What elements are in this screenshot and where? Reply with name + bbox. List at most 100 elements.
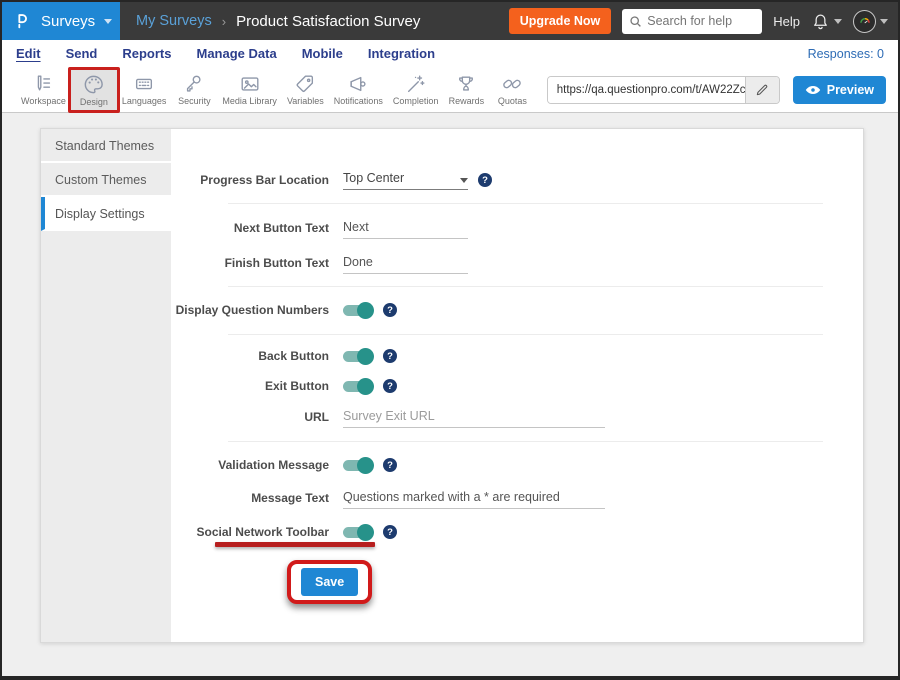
tab-edit[interactable]: Edit (16, 46, 41, 61)
tab-reports[interactable]: Reports (122, 46, 171, 61)
divider (228, 203, 823, 204)
toolbar-item-completion[interactable]: Completion (388, 68, 444, 112)
message-text-row: Message Text (171, 487, 863, 509)
notifications-megaphone-icon (347, 73, 369, 95)
breadcrumb-separator-icon: › (222, 14, 226, 29)
help-question-icon[interactable] (383, 303, 397, 317)
finish-button-text-row: Finish Button Text (171, 252, 863, 274)
exit-button-row: Exit Button (171, 375, 863, 397)
display-settings-card: Standard Themes Custom Themes Display Se… (40, 128, 864, 643)
upgrade-now-button[interactable]: Upgrade Now (509, 8, 612, 34)
caret-down-icon (834, 19, 842, 24)
survey-title: Product Satisfaction Survey (236, 13, 420, 30)
survey-url-value[interactable]: https://qa.questionpro.com/t/AW22Zcq2J (548, 77, 745, 103)
exit-button-toggle[interactable] (343, 381, 373, 392)
rewards-trophy-icon (455, 73, 477, 95)
toolbar-item-design[interactable]: Design (71, 68, 117, 112)
gauge-avatar-icon (858, 14, 872, 28)
validation-message-row: Validation Message (171, 454, 863, 476)
top-bar: Surveys My Surveys › Product Satisfactio… (2, 2, 898, 40)
toolbar-item-languages[interactable]: Languages (117, 68, 172, 112)
tab-manage-data[interactable]: Manage Data (196, 46, 276, 61)
progress-bar-location-row: Progress Bar Location Top Center (171, 169, 863, 191)
validation-message-toggle[interactable] (343, 460, 373, 471)
media-library-image-icon (239, 73, 261, 95)
notifications-bell-button[interactable] (811, 12, 842, 31)
divider (228, 441, 823, 442)
annotation-save-highlight-box: Save (287, 560, 372, 604)
toolbar-item-notifications[interactable]: Notifications (329, 68, 388, 112)
divider (228, 286, 823, 287)
eye-icon (805, 85, 821, 95)
help-link[interactable]: Help (773, 14, 800, 29)
search-input[interactable] (622, 9, 762, 34)
social-network-toolbar-toggle[interactable] (343, 527, 373, 538)
top-bar-actions: Upgrade Now Help (509, 8, 898, 34)
completion-wand-icon (405, 73, 427, 95)
edit-pencil-icon (755, 83, 769, 97)
workspace-icon (32, 73, 54, 95)
divider (228, 334, 823, 335)
toolbar-item-quotas[interactable]: Quotas (489, 68, 535, 112)
toolbar-item-rewards[interactable]: Rewards (443, 68, 489, 112)
message-text-input[interactable] (343, 488, 605, 509)
toolbar-item-security[interactable]: Security (171, 68, 217, 112)
search-icon (629, 15, 642, 28)
help-search (622, 9, 762, 34)
display-question-numbers-row: Display Question Numbers (171, 299, 863, 321)
preview-button[interactable]: Preview (793, 76, 886, 104)
toolbar-item-workspace[interactable]: Workspace (16, 68, 71, 112)
tab-send[interactable]: Send (66, 46, 98, 61)
toolbar-item-variables[interactable]: Variables (282, 68, 329, 112)
survey-url-group: https://qa.questionpro.com/t/AW22Zcq2J P… (547, 76, 886, 104)
breadcrumb: My Surveys › Product Satisfaction Survey (136, 13, 420, 30)
tab-integration[interactable]: Integration (368, 46, 435, 61)
tab-mobile[interactable]: Mobile (302, 46, 343, 61)
questionpro-logo (13, 10, 32, 32)
next-button-text-row: Next Button Text (171, 217, 863, 239)
annotation-social-toolbar-underline (215, 542, 375, 547)
display-question-numbers-toggle[interactable] (343, 305, 373, 316)
help-question-icon[interactable] (478, 173, 492, 187)
caret-down-icon (104, 19, 112, 24)
finish-button-text-input[interactable] (343, 253, 468, 274)
breadcrumb-my-surveys[interactable]: My Surveys (136, 13, 212, 29)
survey-url-box: https://qa.questionpro.com/t/AW22Zcq2J (547, 76, 780, 104)
sidebar-item-custom-themes[interactable]: Custom Themes (41, 163, 171, 197)
design-palette-icon (82, 73, 105, 96)
help-question-icon[interactable] (383, 349, 397, 363)
back-button-row: Back Button (171, 345, 863, 367)
themes-sidebar: Standard Themes Custom Themes Display Se… (41, 129, 171, 642)
display-settings-form: Progress Bar Location Top Center Next Bu… (171, 129, 863, 642)
edit-url-button[interactable] (745, 77, 779, 103)
help-question-icon[interactable] (383, 458, 397, 472)
social-network-toolbar-row: Social Network Toolbar (171, 521, 863, 543)
sidebar-item-standard-themes[interactable]: Standard Themes (41, 129, 171, 163)
product-menu-label: Surveys (41, 13, 95, 30)
exit-url-row: URL (171, 406, 863, 428)
help-question-icon[interactable] (383, 379, 397, 393)
avatar (853, 10, 876, 33)
toolbar-item-media-library[interactable]: Media Library (217, 68, 282, 112)
help-question-icon[interactable] (383, 525, 397, 539)
surveys-product-menu[interactable]: Surveys (2, 2, 120, 40)
caret-down-icon (880, 19, 888, 24)
survey-tab-bar: Edit Send Reports Manage Data Mobile Int… (2, 40, 898, 67)
save-button[interactable]: Save (301, 568, 358, 596)
security-key-icon (183, 73, 205, 95)
next-button-text-input[interactable] (343, 218, 468, 239)
responses-count[interactable]: Responses: 0 (808, 47, 884, 61)
quotas-links-icon (501, 73, 523, 95)
app-window: Surveys My Surveys › Product Satisfactio… (0, 0, 900, 680)
back-button-toggle[interactable] (343, 351, 373, 362)
chevron-down-icon (460, 178, 468, 183)
page-background: Standard Themes Custom Themes Display Se… (2, 113, 898, 678)
exit-url-input[interactable] (343, 407, 605, 428)
design-toolbar: Workspace Design Languages Security Medi… (2, 67, 898, 113)
progress-bar-location-select[interactable]: Top Center (343, 171, 468, 190)
sidebar-item-display-settings[interactable]: Display Settings (41, 197, 171, 231)
variables-tag-icon (294, 73, 316, 95)
languages-keyboard-icon (133, 73, 155, 95)
bell-icon (811, 12, 830, 31)
account-menu-button[interactable] (853, 10, 888, 33)
